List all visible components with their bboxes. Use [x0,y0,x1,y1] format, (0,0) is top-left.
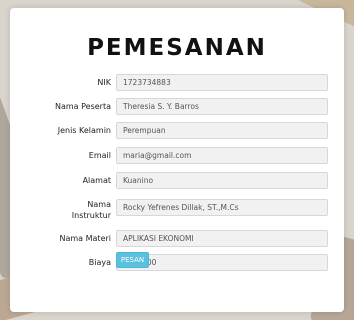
field-label-alamat: Alamat [82,176,111,185]
pesan-button[interactable]: PESAN [116,252,149,268]
nama-instruktur-input[interactable]: Rocky Yefrenes Dillak, ST.,M.Cs [116,199,328,216]
alamat-input[interactable]: Kuanino [116,172,328,189]
field-label-nama-peserta: Nama Peserta [54,102,111,111]
nik-input[interactable]: 1723734883 [116,74,328,91]
jenis-kelamin-input[interactable]: Perempuan [116,122,328,139]
email-input[interactable]: maria@gmail.com [116,147,328,164]
field-label-nik: NIK [97,78,111,87]
field-label-nama-instruktur: Nama Instruktur [71,200,111,220]
page-title: PEMESANAN [87,35,267,61]
nama-peserta-input[interactable]: Theresia S. Y. Barros [116,98,328,115]
order-form-card: PEMESANAN NIK 1723734883 Nama Peserta Th… [10,8,344,312]
nama-materi-input[interactable]: APLIKASI EKONOMI [116,230,328,247]
field-label-biaya: Biaya [88,258,111,267]
field-label-nama-materi: Nama Materi [59,234,112,243]
field-label-jenis-kelamin: Jenis Kelamin [57,126,111,135]
field-label-email: Email [88,151,111,160]
